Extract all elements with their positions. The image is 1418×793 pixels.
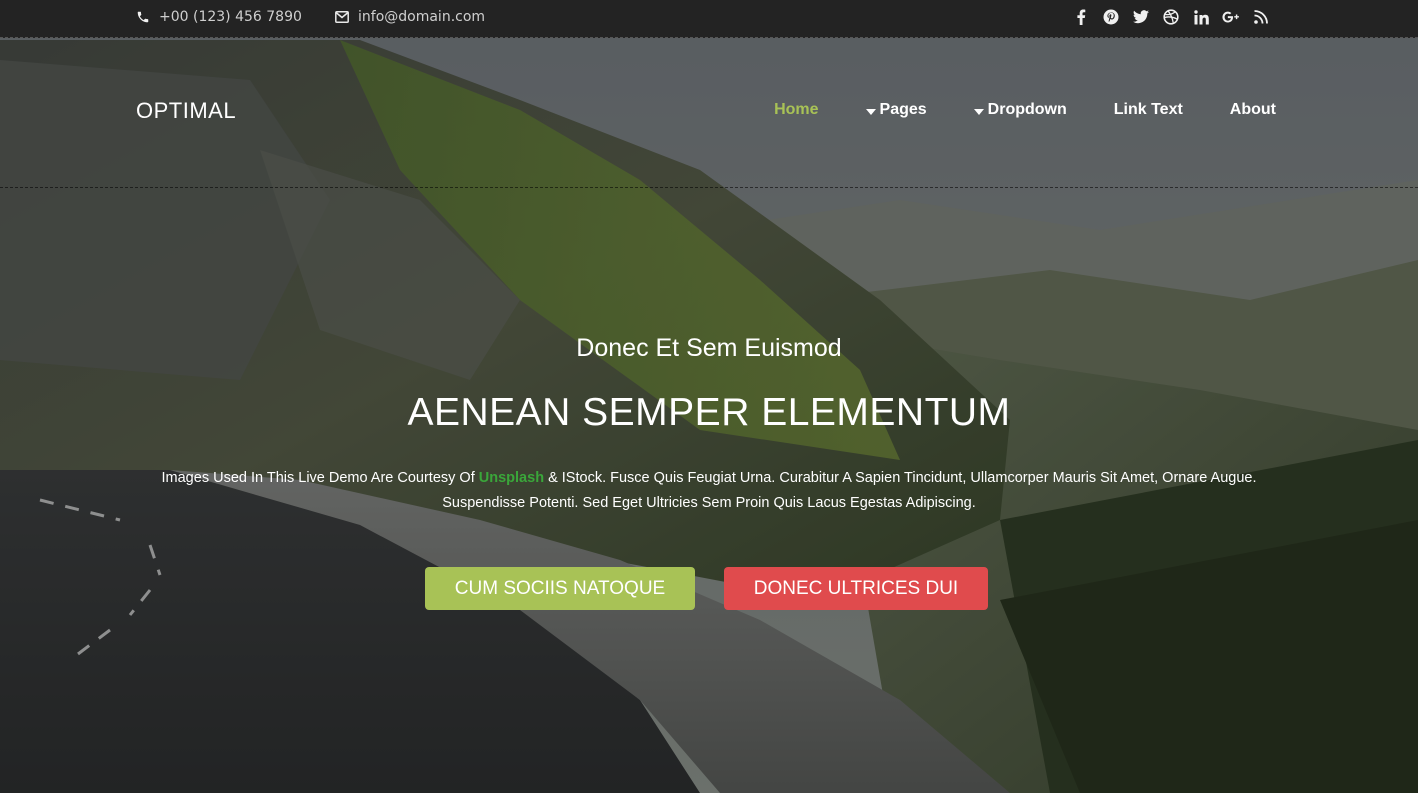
hero-description: Images Used In This Live Demo Are Courte… [120, 466, 1298, 516]
email-address: info@domain.com [358, 9, 486, 25]
nav-item-label: Link Text [1113, 101, 1183, 118]
linkedin-icon[interactable] [1192, 8, 1210, 26]
nav-item-label: Pages [879, 101, 927, 118]
main-navbar: OPTIMAL Home Pages Dropdown Link Text Ab… [0, 38, 1418, 188]
nav-item-dropdown[interactable]: Dropdown [973, 101, 1067, 119]
nav-menu: Home Pages Dropdown Link Text About [774, 101, 1276, 119]
phone-number: +00 (123) 456 7890 [159, 9, 302, 25]
nav-item-link-text[interactable]: Link Text [1114, 101, 1183, 119]
donec-ultrices-dui-button[interactable]: DONEC ULTRICES DUI [724, 567, 988, 610]
email-contact[interactable]: info@domain.com [335, 0, 485, 34]
twitter-icon[interactable] [1132, 8, 1150, 26]
rss-icon[interactable] [1252, 8, 1270, 26]
nav-item-home[interactable]: Home [774, 101, 818, 119]
envelope-icon [335, 11, 349, 23]
pinterest-icon[interactable] [1102, 8, 1120, 26]
unsplash-link[interactable]: Unsplash [479, 470, 544, 486]
nav-item-about[interactable]: About [1230, 101, 1276, 119]
top-bar: +00 (123) 456 7890 info@domain.com [0, 0, 1418, 38]
description-text-start: Images Used In This Live Demo Are Courte… [161, 470, 479, 486]
nav-item-pages[interactable]: Pages [865, 101, 927, 119]
facebook-icon[interactable] [1072, 8, 1090, 26]
nav-item-label: Home [774, 101, 819, 118]
description-text-end: & IStock. Fusce Quis Feugiat Urna. Curab… [442, 470, 1257, 511]
hero-title: AENEAN SEMPER ELEMENTUM [407, 391, 1011, 434]
brand-logo[interactable]: OPTIMAL [136, 98, 236, 124]
cum-sociis-natoque-button[interactable]: CUM SOCIIS NATOQUE [425, 567, 695, 610]
caret-down-icon [865, 108, 876, 115]
nav-item-label: Dropdown [987, 101, 1067, 118]
hero-subtitle: Donec Et Sem Euismod [576, 334, 842, 362]
google-plus-icon[interactable] [1222, 8, 1240, 26]
social-links [1072, 0, 1270, 34]
nav-item-label: About [1229, 101, 1276, 118]
dribbble-icon[interactable] [1162, 8, 1180, 26]
phone-contact[interactable]: +00 (123) 456 7890 [136, 0, 302, 34]
caret-down-icon [973, 108, 984, 115]
page: +00 (123) 456 7890 info@domain.com OPTIM… [0, 0, 1418, 793]
phone-icon [136, 10, 150, 24]
